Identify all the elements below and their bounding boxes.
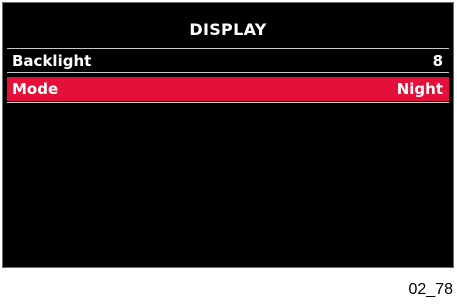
menu-item-mode[interactable]: Mode Night (7, 77, 449, 101)
menu-item-value: Night (396, 80, 443, 98)
menu-item-label: Mode (12, 80, 59, 98)
figure-id-label: 02_78 (408, 281, 454, 298)
menu-title: DISPLAY (189, 20, 267, 39)
menu-item-label: Backlight (12, 52, 92, 70)
display-menu-screen: DISPLAY Backlight 8 Mode Night (2, 2, 454, 268)
row-divider (7, 102, 449, 103)
menu-item-backlight[interactable]: Backlight 8 (7, 49, 449, 73)
menu-item-value: 8 (432, 52, 443, 70)
